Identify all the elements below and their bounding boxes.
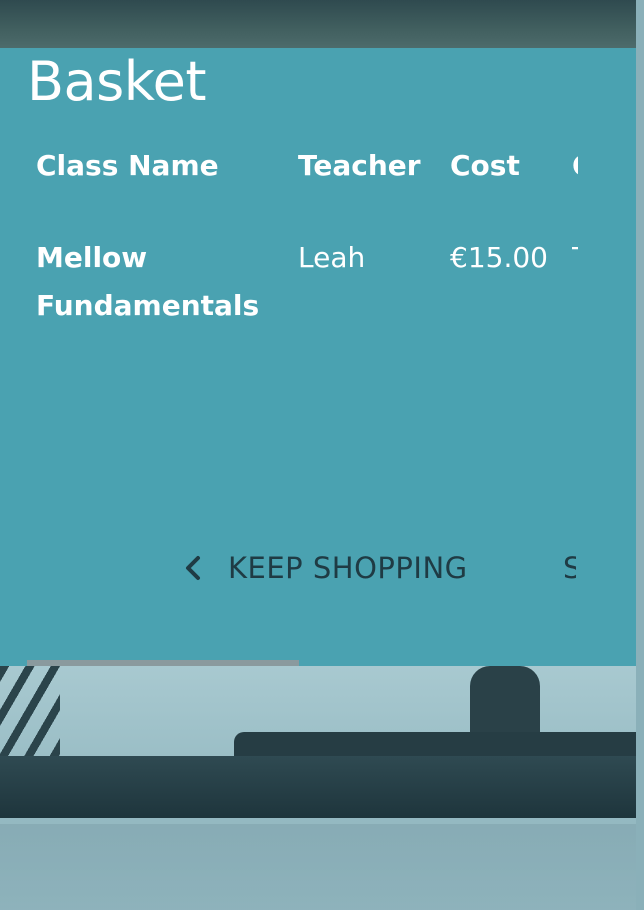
studio-floor	[0, 824, 644, 910]
page-title: Basket	[27, 50, 207, 113]
keep-shopping-label: KEEP SHOPPING	[228, 551, 468, 585]
background-photo-top	[0, 0, 644, 48]
column-header-clipped: C	[572, 146, 578, 186]
column-header-teacher: Teacher	[298, 149, 421, 182]
checkout-button[interactable]: S	[563, 548, 576, 588]
chevron-left-icon	[186, 556, 200, 580]
reformer-rail	[0, 756, 640, 818]
column-header-cost: Cost	[450, 149, 520, 182]
cell-cost: €15.00	[450, 241, 548, 274]
horizontal-scrollbar[interactable]	[0, 660, 636, 666]
cell-teacher: Leah	[298, 241, 366, 274]
column-header-class-name: Class Name	[36, 149, 219, 182]
background-photo	[0, 666, 644, 910]
scrollbar-thumb[interactable]	[27, 660, 299, 666]
cell-clipped: T	[572, 234, 578, 282]
cell-class-name: Mellow Fundamentals	[36, 241, 260, 322]
page-edge	[636, 0, 644, 910]
table-row: Mellow Fundamentals Leah €15.00 T	[0, 234, 636, 334]
basket-actions: KEEP SHOPPING S	[0, 548, 636, 588]
keep-shopping-button[interactable]: KEEP SHOPPING	[182, 548, 468, 588]
basket-panel: Basket Class Name Teacher Cost C Mellow …	[0, 48, 636, 666]
